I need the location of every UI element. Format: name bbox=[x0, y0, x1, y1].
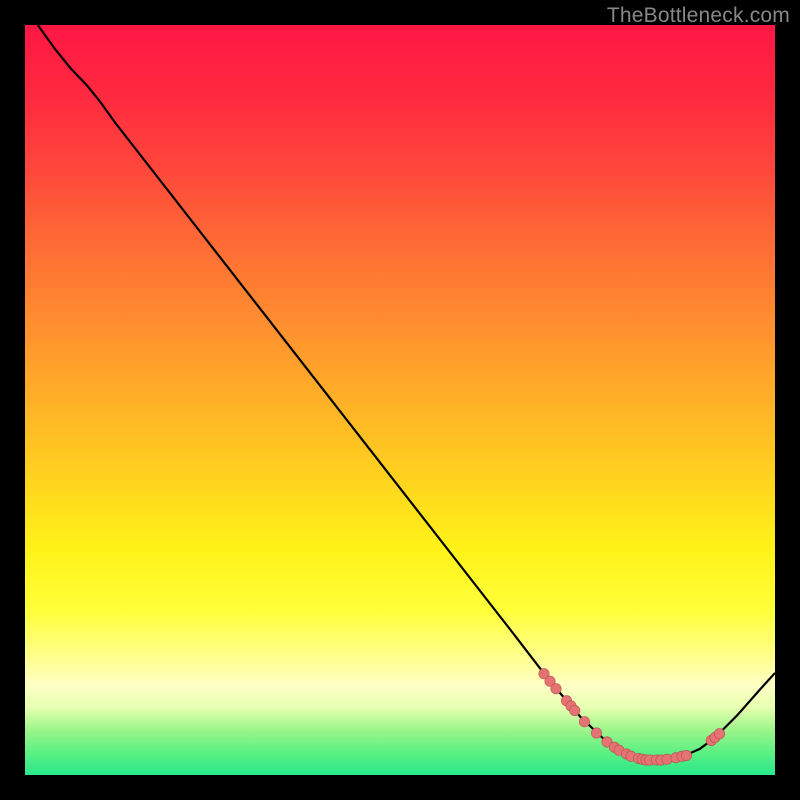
chart-container: TheBottleneck.com bbox=[0, 0, 800, 800]
plot-area bbox=[25, 25, 775, 775]
watermark-text: TheBottleneck.com bbox=[607, 4, 790, 28]
gradient-background bbox=[25, 25, 775, 775]
